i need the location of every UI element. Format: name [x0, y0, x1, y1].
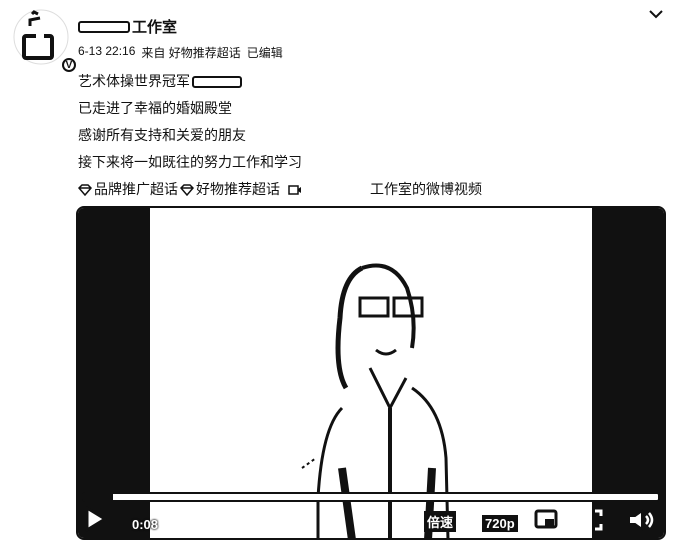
video-letterbox-right: [592, 208, 664, 538]
avatar[interactable]: V: [12, 8, 76, 72]
chevron-down-icon[interactable]: [648, 6, 664, 22]
gem-icon: [78, 183, 92, 196]
post-meta: 6-13 22:16 来自 好物推荐超话 已编辑: [78, 44, 283, 61]
edited-label: 已编辑: [246, 46, 283, 60]
video-player[interactable]: 0:08 倍速 720p: [76, 206, 666, 540]
speed-button[interactable]: 倍速: [424, 511, 457, 532]
author-name[interactable]: 工作室: [78, 16, 177, 37]
video-letterbox-left: [78, 208, 150, 538]
video-time: 0:08: [132, 517, 159, 532]
video-camera-icon: [288, 184, 301, 195]
volume-icon[interactable]: [626, 508, 656, 532]
post-line: 接下来将一如既往的努力工作和学习: [78, 154, 302, 170]
redacted-text: [192, 76, 242, 89]
post-date: 6-13 22:16: [78, 44, 136, 58]
gem-icon: [180, 183, 194, 196]
post-line: 感谢所有支持和关爱的朋友: [78, 127, 246, 143]
picture-in-picture-icon[interactable]: [534, 508, 560, 532]
fullscreen-icon[interactable]: [578, 508, 604, 532]
post-line: 已走进了幸福的婚姻殿堂: [78, 100, 232, 116]
redacted-text: [78, 20, 130, 33]
tag-link[interactable]: 品牌推广超话: [78, 176, 178, 203]
tag-link[interactable]: 好物推荐超话: [180, 176, 280, 203]
video-frame[interactable]: [150, 208, 592, 538]
tag-link[interactable]: 工作室的微博视频: [288, 176, 482, 203]
quality-button[interactable]: 720p: [482, 515, 518, 532]
post-line: 艺术体操世界冠军: [78, 68, 482, 95]
tag-row: 品牌推广超话 好物推荐超话 工作室的微博视频: [78, 176, 482, 203]
post-body: 艺术体操世界冠军 已走进了幸福的婚姻殿堂 感谢所有支持和关爱的朋友 接下来将一如…: [78, 68, 482, 203]
verified-badge-icon: V: [62, 58, 76, 72]
video-progress-fill: [84, 494, 113, 500]
post-source[interactable]: 来自 好物推荐超话: [141, 44, 240, 61]
play-icon[interactable]: [84, 506, 108, 532]
video-progress-bar[interactable]: [82, 492, 660, 502]
